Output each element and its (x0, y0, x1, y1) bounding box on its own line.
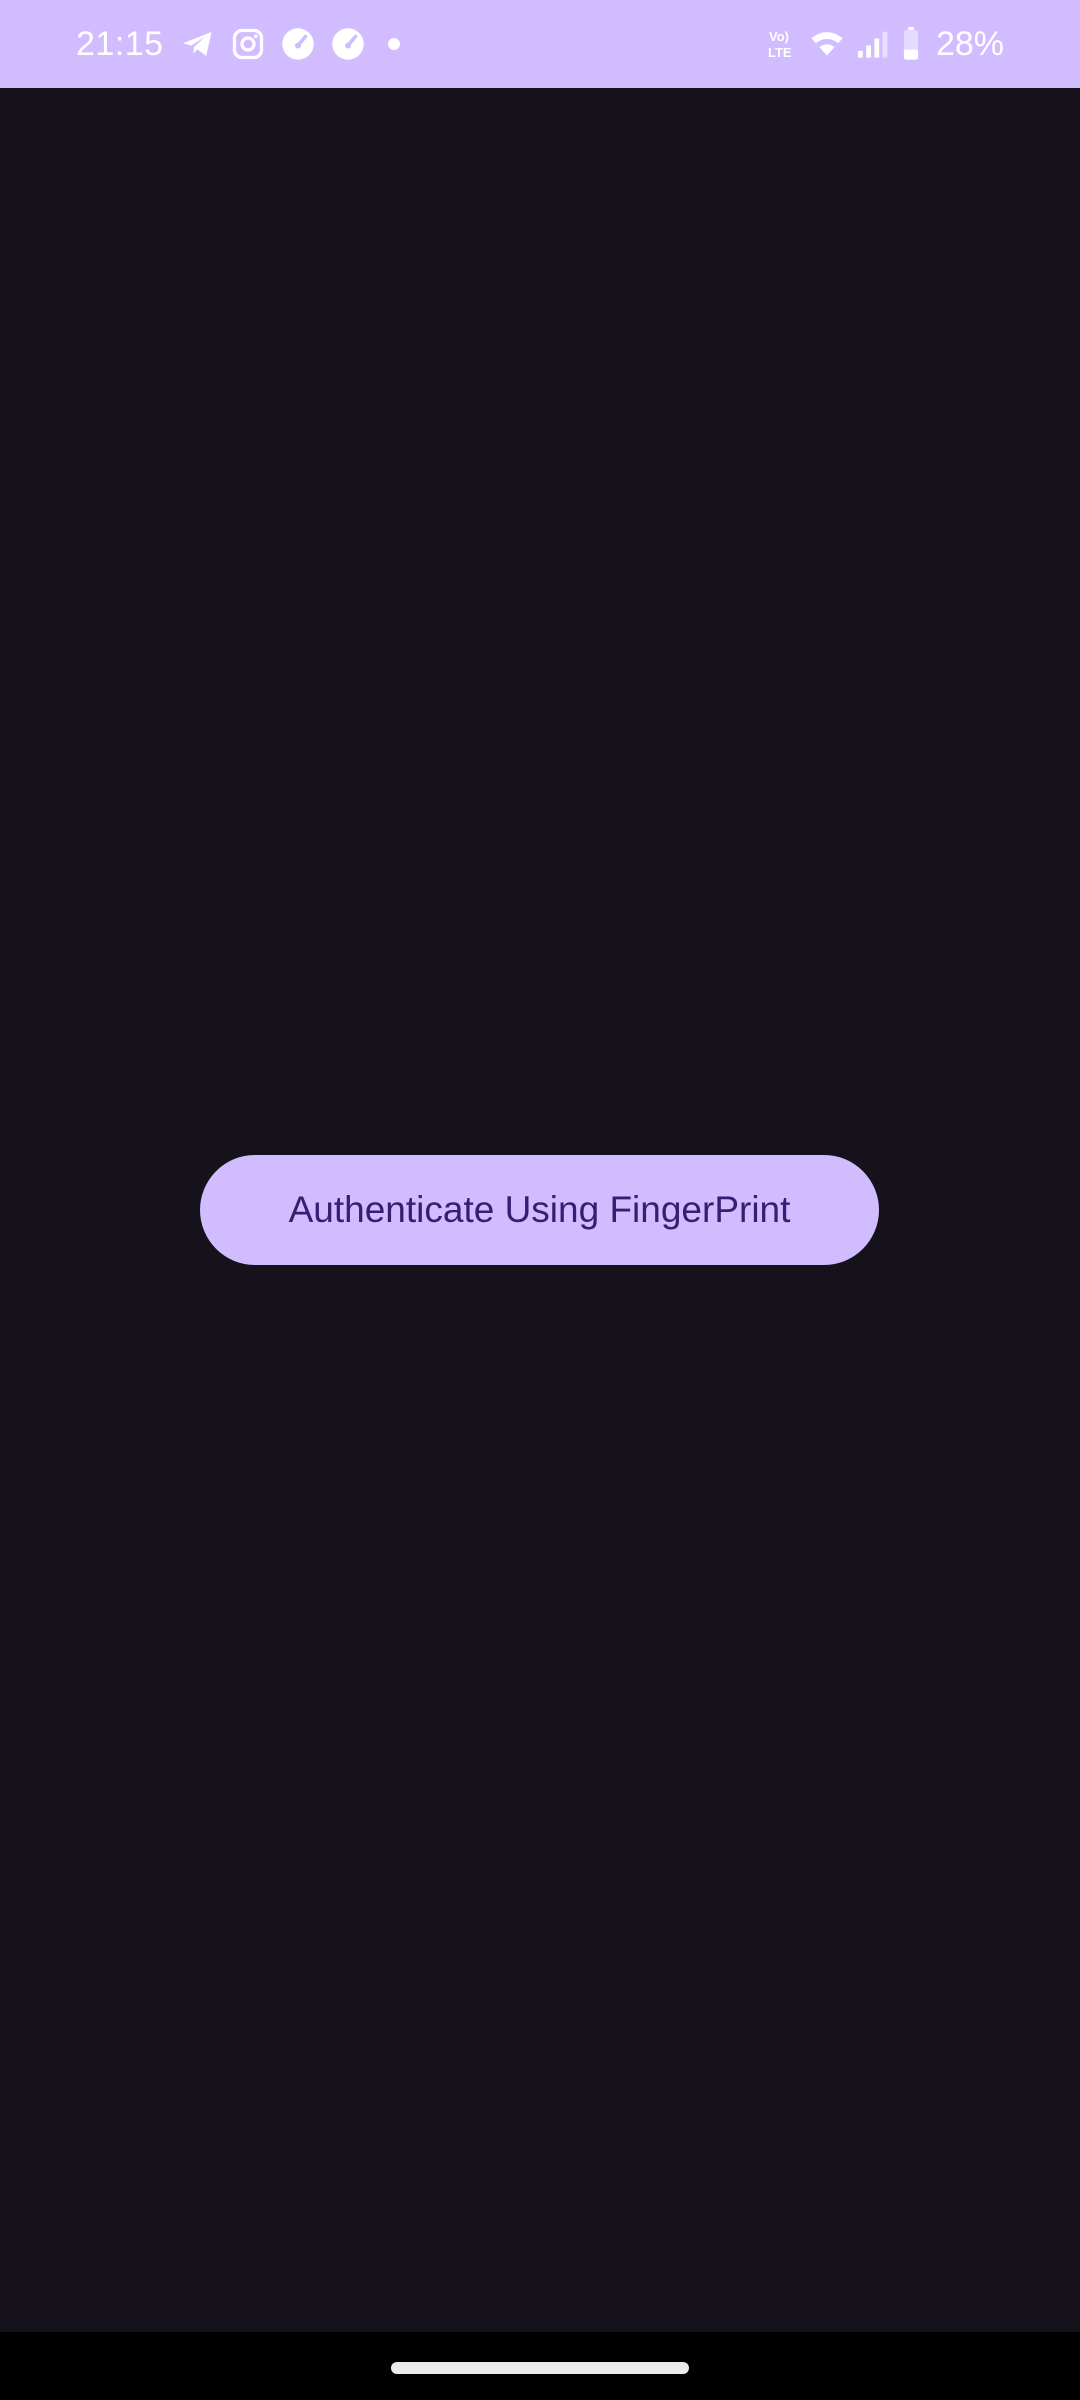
svg-text:Vo): Vo) (769, 29, 789, 44)
authenticate-fingerprint-button[interactable]: Authenticate Using FingerPrint (200, 1155, 879, 1265)
main-content: Authenticate Using FingerPrint (0, 88, 1080, 2332)
gesture-handle[interactable] (391, 2362, 689, 2374)
battery-icon (903, 27, 919, 60)
speedometer-icon (332, 28, 364, 60)
notification-dot-icon (388, 38, 400, 50)
speedometer-icon (282, 28, 314, 60)
navigation-bar (0, 2332, 1080, 2400)
instagram-icon (232, 28, 264, 60)
status-time: 21:15 (76, 25, 164, 63)
telegram-icon (183, 32, 212, 56)
cellular-signal-icon (857, 31, 888, 58)
svg-text:LTE: LTE (768, 45, 792, 60)
status-bar: 21:15 Vo) LTE 28% (0, 0, 1080, 88)
notification-icons (180, 22, 400, 66)
volte-icon: Vo) LTE (768, 29, 792, 60)
battery-percent: 28% (935, 25, 1004, 63)
system-icons: Vo) LTE 28% (768, 22, 1004, 66)
wifi-icon (811, 32, 843, 56)
app-screen: 21:15 Vo) LTE 28% Authenticate Using Fin… (0, 0, 1080, 2400)
